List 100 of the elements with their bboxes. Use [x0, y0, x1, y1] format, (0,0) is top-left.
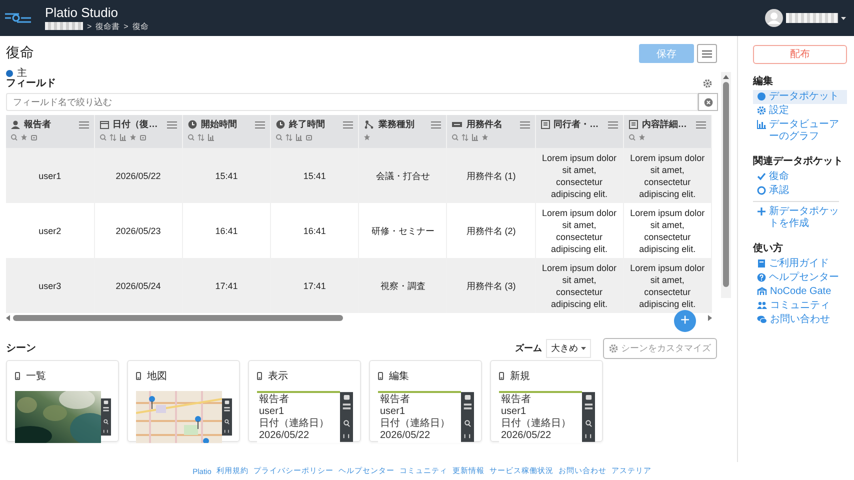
preview-value: 2026/05/22	[259, 430, 310, 442]
table-cell: 会議・打合せ	[358, 148, 447, 203]
column-label: 報告者	[24, 118, 52, 131]
customize-button[interactable]: シーンをカスタマイズ	[603, 338, 717, 358]
avatar-icon[interactable]	[765, 9, 783, 27]
table-cell: user1	[6, 148, 94, 203]
add-button[interactable]: +	[674, 310, 696, 332]
breadcrumb-link[interactable]: 復命書	[96, 20, 120, 32]
sidebar-item[interactable]: コミュニティ	[753, 298, 847, 312]
sidebar-heading: 編集	[753, 74, 774, 88]
column-header[interactable]: 日付（復…	[94, 115, 182, 148]
logo-icon[interactable]	[5, 11, 31, 25]
document-icon	[628, 120, 638, 129]
sidebar-item[interactable]: ヘルプセンター	[753, 270, 847, 284]
section-title: シーン	[6, 342, 37, 355]
sidebar-item[interactable]: NoCode Gate	[753, 284, 847, 298]
table-cell: Lorem ipsum dolor sit amet, consectetur adipiscing elit.	[535, 258, 624, 313]
table-cell: user3	[6, 258, 94, 313]
scroll-left-icon[interactable]	[6, 314, 10, 320]
preview-label: 報告者	[501, 394, 532, 406]
sidebar-item[interactable]: 新データポケットを作成	[753, 204, 847, 230]
caret-icon[interactable]	[841, 16, 846, 20]
sidebar-item[interactable]: 承認	[753, 184, 847, 198]
legend-label: 主	[17, 66, 27, 80]
column-header[interactable]: 業務種別	[358, 115, 447, 148]
breadcrumb-separator: >	[87, 22, 92, 30]
menu-button[interactable]	[697, 44, 717, 63]
scene-title: 地図	[147, 370, 167, 383]
person-icon	[11, 120, 20, 129]
sidebar-item[interactable]: データポケット	[753, 90, 847, 104]
text-field-icon	[452, 120, 462, 129]
chat-icon[interactable]	[757, 315, 767, 324]
clock-icon	[276, 120, 286, 129]
column-header[interactable]: 報告者	[6, 115, 94, 148]
sidebar-item[interactable]: ご利用ガイド	[753, 256, 847, 270]
menu-icon[interactable]	[343, 120, 354, 128]
branch-icon	[364, 120, 374, 129]
column-label: 日付（復…	[112, 118, 159, 131]
clear-button[interactable]	[698, 93, 718, 111]
sidebar-item[interactable]: お問い合わせ	[753, 312, 847, 326]
table-cell: 15:41	[182, 148, 271, 203]
deploy-button[interactable]: 配布	[753, 44, 847, 64]
menu-icon[interactable]	[431, 120, 442, 128]
menu-icon[interactable]	[696, 120, 706, 128]
phone-icon	[257, 372, 262, 380]
scene-card[interactable]: 編集 報告者 user1 日付（連絡日） 2026/05/22	[369, 360, 482, 442]
column-header[interactable]: 用務件名	[446, 115, 536, 148]
sidebar-heading: 使い方	[753, 241, 784, 254]
filter-field[interactable]: フィールド名で絞り込む	[6, 93, 698, 111]
menu-icon[interactable]	[520, 120, 530, 128]
app-name: Platio Studio	[45, 4, 119, 20]
vertical-scrollbar[interactable]	[721, 72, 731, 298]
ring-icon[interactable]	[757, 186, 766, 195]
breadcrumb-link[interactable]: 復命	[132, 20, 148, 32]
bar-chart-icon[interactable]	[757, 120, 766, 129]
scene-card[interactable]: 地図	[127, 360, 240, 442]
column-label: 同行者・…	[554, 118, 600, 131]
preview-label: 報告者	[380, 394, 411, 406]
circle-icon[interactable]	[757, 92, 766, 101]
column-header[interactable]: 内容詳細…	[623, 115, 712, 148]
gate-icon[interactable]	[757, 287, 767, 296]
phone-icon	[136, 372, 141, 380]
zoom-select[interactable]: 大きめ	[546, 338, 591, 358]
sidebar-item[interactable]: データビューアーのグラフ	[753, 118, 847, 144]
sidebar-item[interactable]: 設定	[753, 104, 847, 118]
page-title: 復命	[6, 44, 35, 62]
sidebar-item[interactable]: 復命	[753, 170, 847, 184]
column-header[interactable]: 同行者・…	[535, 115, 624, 148]
obscured-text	[786, 13, 838, 23]
scene-title: 一覧	[26, 370, 46, 383]
people-icon[interactable]	[757, 301, 767, 310]
help-icon[interactable]	[757, 273, 766, 282]
gear-icon[interactable]	[703, 78, 712, 88]
column-header[interactable]: 開始時間	[182, 115, 271, 148]
column-header[interactable]: 終了時間	[270, 115, 359, 148]
obscured-text	[45, 22, 83, 30]
menu-icon[interactable]	[608, 120, 618, 128]
zoom-label: ズーム	[515, 342, 542, 354]
check-icon[interactable]	[757, 172, 766, 181]
scroll-right-icon[interactable]	[708, 314, 712, 320]
plus-icon[interactable]	[757, 207, 766, 216]
zoom-value: 大きめ	[551, 342, 578, 354]
table-cell: 2026/05/24	[94, 258, 182, 313]
scene-card[interactable]: 一覧	[6, 360, 119, 442]
table-cell: Lorem ipsum dolor sit amet, consectetur adipiscing elit.	[623, 148, 712, 203]
phone-icon	[15, 372, 20, 380]
clear-icon	[704, 98, 712, 106]
preview-value: user1	[501, 406, 528, 418]
gear-icon[interactable]	[757, 106, 766, 115]
gear-icon	[609, 344, 618, 352]
scene-card[interactable]: 表示 報告者 user1 日付（連絡日） 2026/05/22	[248, 360, 361, 442]
menu-icon[interactable]	[255, 120, 266, 128]
menu-icon[interactable]	[78, 120, 89, 128]
table-cell: Lorem ipsum dolor sit amet, consectetur adipiscing elit.	[623, 258, 712, 313]
scene-title: 新規	[510, 370, 530, 383]
column-label: 開始時間	[200, 118, 238, 131]
preview-label: 日付（連絡日）	[259, 418, 330, 430]
scene-card[interactable]: 新規 報告者 user1 日付（連絡日） 2026/05/22	[490, 360, 603, 442]
menu-icon[interactable]	[166, 120, 177, 128]
book-icon[interactable]	[757, 259, 766, 268]
